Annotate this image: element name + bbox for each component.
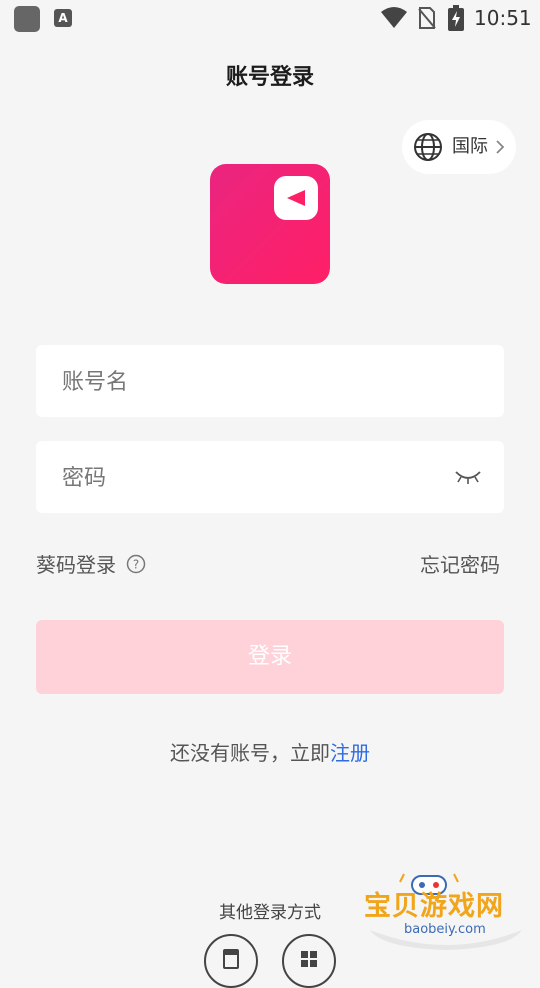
signup-link[interactable]: 注册 <box>330 741 370 765</box>
status-bar: A 10:51 <box>0 0 540 36</box>
signup-prefix: 还没有账号，立即 <box>170 741 330 765</box>
page-title: 账号登录 <box>225 65 314 90</box>
battery-charging-icon <box>448 5 464 31</box>
alt-login-phone-button[interactable] <box>204 934 258 988</box>
forgot-password-link[interactable]: 忘记密码 <box>420 550 500 580</box>
region-label: 国际 <box>452 136 488 157</box>
no-sim-icon <box>418 7 436 29</box>
eye-closed-icon[interactable] <box>452 464 484 488</box>
clock: 10:51 <box>474 6 532 30</box>
grid-icon <box>301 951 317 967</box>
signup-prompt: 还没有账号，立即注册 <box>0 738 540 768</box>
app-notification-icon <box>14 6 40 32</box>
watermark-title: 宝贝游戏网 <box>364 891 504 922</box>
password-field[interactable] <box>36 441 504 515</box>
wifi-icon <box>381 7 407 28</box>
password-input[interactable] <box>60 441 444 515</box>
login-button[interactable]: 登录 <box>36 620 504 694</box>
help-icon[interactable]: ? <box>126 554 146 574</box>
play-icon <box>287 190 305 206</box>
chevron-right-icon <box>496 140 505 154</box>
watermark-url: baobeiy.com <box>404 922 486 937</box>
globe-icon <box>414 133 442 161</box>
font-app-icon: A <box>54 9 72 27</box>
alt-login-apps-button[interactable] <box>282 934 336 988</box>
username-field[interactable] <box>36 345 504 419</box>
svg-text:?: ? <box>133 558 139 572</box>
username-input[interactable] <box>60 345 444 419</box>
phone-icon <box>223 949 239 969</box>
code-login-link[interactable]: 葵码登录 <box>36 550 116 580</box>
